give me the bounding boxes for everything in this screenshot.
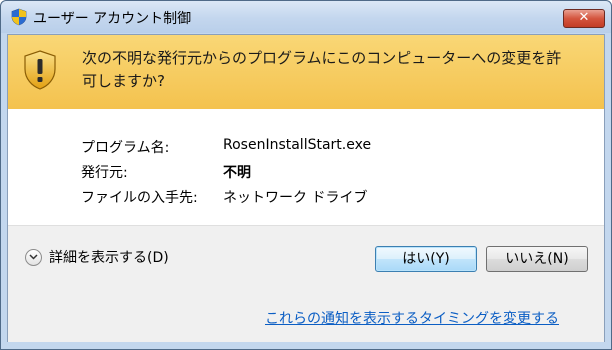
close-button[interactable]: ✕	[563, 9, 605, 28]
warning-message-line-2: 可しますか?	[82, 72, 165, 90]
chevron-down-icon	[25, 248, 42, 266]
yes-button-label: はい(Y)	[402, 251, 450, 267]
no-button[interactable]: いいえ(N)	[486, 246, 588, 272]
yes-button[interactable]: はい(Y)	[375, 246, 477, 272]
warning-message-line-1: 次の不明な発行元からのプログラムにこのコンピューターへの変更を許	[82, 49, 562, 67]
publisher-label: 発行元:	[81, 165, 128, 181]
close-icon: ✕	[578, 10, 590, 25]
show-details-toggle[interactable]: 詳細を表示する(D)	[25, 246, 169, 268]
program-name-label: プログラム名:	[81, 140, 170, 156]
warning-message: 次の不明な発行元からのプログラムにこのコンピューターへの変更を許 可しますか?	[82, 47, 594, 93]
uac-shield-icon	[11, 8, 27, 26]
file-origin-value: ネットワーク ドライブ	[223, 190, 368, 206]
program-name-value: RosenInstallStart.exe	[223, 137, 372, 153]
window-title: ユーザー アカウント制御	[33, 11, 192, 27]
show-details-label: 詳細を表示する(D)	[49, 250, 169, 266]
warning-shield-icon	[24, 50, 56, 90]
warning-banner: 次の不明な発行元からのプログラムにこのコンピューターへの変更を許 可しますか?	[8, 35, 604, 109]
title-bar[interactable]: ユーザー アカウント制御 ✕	[1, 1, 611, 33]
publisher-value: 不明	[223, 165, 251, 181]
file-origin-label: ファイルの入手先:	[81, 190, 198, 206]
notification-settings-link[interactable]: これらの通知を表示するタイミングを変更する	[265, 308, 559, 328]
dialog-footer: 詳細を表示する(D) はい(Y) いいえ(N) これらの通知を表示するタイミング…	[8, 225, 604, 342]
no-button-label: いいえ(N)	[505, 251, 569, 267]
dialog-body: 次の不明な発行元からのプログラムにこのコンピューターへの変更を許 可しますか? …	[7, 34, 605, 342]
uac-dialog: ユーザー アカウント制御 ✕ 次の不明な発行元からのプログラムにこのコンピュータ…	[0, 0, 612, 350]
